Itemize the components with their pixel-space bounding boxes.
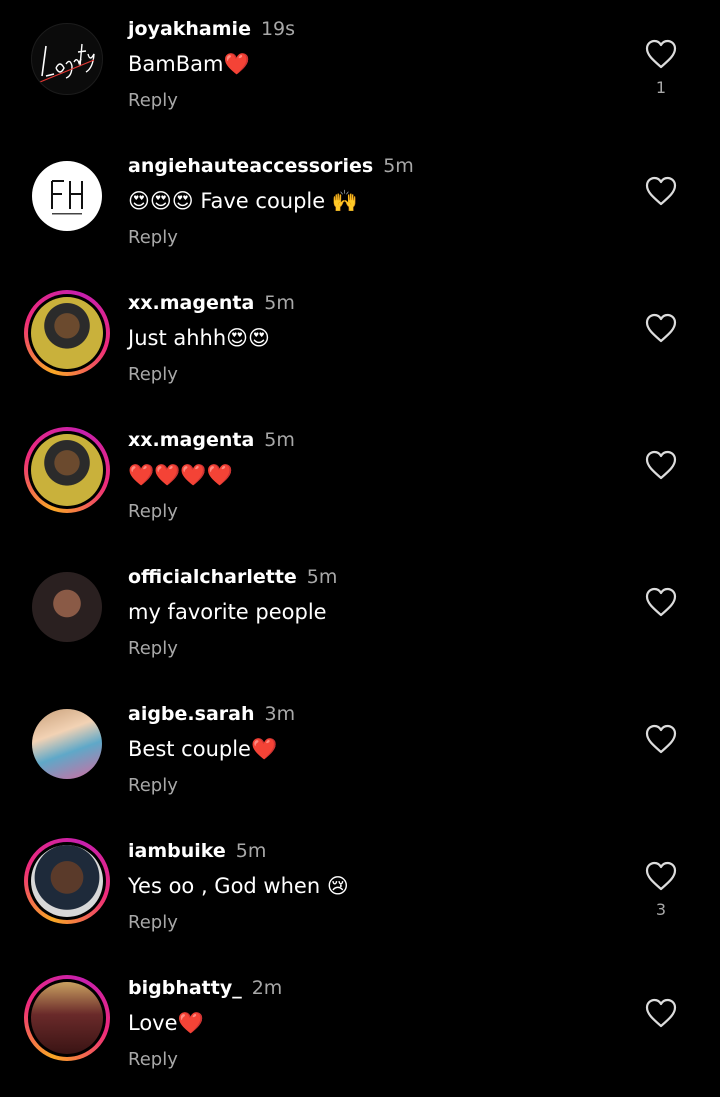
timestamp: 2m xyxy=(251,977,283,999)
avatar[interactable] xyxy=(24,290,110,376)
comment-text: BamBam❤️ xyxy=(128,52,250,76)
username[interactable]: iambuike xyxy=(128,840,226,862)
avatar[interactable] xyxy=(24,975,110,1061)
comment-header: officialcharlette 5m xyxy=(128,566,337,588)
comment-text: ❤️❤️❤️❤️ xyxy=(128,463,233,487)
username[interactable]: officialcharlette xyxy=(128,566,297,588)
avatar[interactable] xyxy=(24,153,110,239)
reply-button[interactable]: Reply xyxy=(128,90,178,111)
reply-button[interactable]: Reply xyxy=(128,1049,178,1070)
comment-header: xx.magenta 5m xyxy=(128,292,295,314)
ah-logo-avatar xyxy=(32,161,102,231)
heart-icon[interactable] xyxy=(644,449,678,481)
comment-item: aigbe.sarah 3m Best couple❤️ Reply xyxy=(0,685,720,822)
comment-text: Best couple❤️ xyxy=(128,737,278,761)
reply-button[interactable]: Reply xyxy=(128,227,178,248)
profile-photo xyxy=(31,434,103,506)
comment-item: bigbhatty_ 2m Love❤️ Reply xyxy=(0,959,720,1096)
like-count: 1 xyxy=(655,78,667,97)
loyalty-logo-icon xyxy=(39,43,95,83)
username[interactable]: aigbe.sarah xyxy=(128,703,255,725)
profile-photo xyxy=(31,845,103,917)
comment-header: bigbhatty_ 2m xyxy=(128,977,282,999)
timestamp: 5m xyxy=(383,155,414,177)
timestamp: 5m xyxy=(235,840,267,862)
timestamp: 3m xyxy=(264,703,296,725)
reply-button[interactable]: Reply xyxy=(128,775,178,796)
username[interactable]: joyakhamie xyxy=(128,18,251,40)
profile-photo xyxy=(32,709,102,779)
comment-item: iambuike 5m Yes oo , God when 😢 Reply 3 xyxy=(0,822,720,959)
reply-button[interactable]: Reply xyxy=(128,638,178,659)
comment-item: xx.magenta 5m Just ahhh😍😍 Reply xyxy=(0,274,720,411)
avatar[interactable] xyxy=(24,838,110,924)
comment-item: angiehauteaccessories 5m 😍😍😍 Fave couple … xyxy=(0,137,720,274)
heart-icon[interactable] xyxy=(644,723,678,755)
avatar[interactable] xyxy=(24,564,110,650)
comment-header: angiehauteaccessories 5m xyxy=(128,155,414,177)
timestamp: 5m xyxy=(264,429,295,451)
avatar[interactable] xyxy=(24,16,110,102)
comment-item: joyakhamie 19s BamBam❤️ Reply 1 xyxy=(0,0,720,137)
comment-item: officialcharlette 5m my favorite people R… xyxy=(0,548,720,685)
avatar[interactable] xyxy=(24,427,110,513)
comment-header: xx.magenta 5m xyxy=(128,429,295,451)
heart-icon[interactable] xyxy=(644,997,678,1029)
comment-text: Yes oo , God when 😢 xyxy=(128,874,349,898)
ah-logo-icon xyxy=(51,180,83,215)
timestamp: 5m xyxy=(306,566,338,588)
comment-text: 😍😍😍 Fave couple 🙌 xyxy=(128,189,359,213)
comment-header: iambuike 5m xyxy=(128,840,266,862)
username[interactable]: bigbhatty_ xyxy=(128,977,242,999)
comment-header: aigbe.sarah 3m xyxy=(128,703,295,725)
comment-item: xx.magenta 5m ❤️❤️❤️❤️ Reply xyxy=(0,411,720,548)
comment-text: Just ahhh😍😍 xyxy=(128,326,270,350)
heart-icon[interactable] xyxy=(644,586,678,618)
comment-text: my favorite people xyxy=(128,600,327,624)
comment-text: Love❤️ xyxy=(128,1011,204,1035)
username[interactable]: xx.magenta xyxy=(128,429,254,451)
profile-photo xyxy=(31,297,103,369)
timestamp: 5m xyxy=(264,292,295,314)
timestamp: 19s xyxy=(260,18,296,40)
reply-button[interactable]: Reply xyxy=(128,501,178,522)
profile-photo xyxy=(31,982,103,1054)
loyalty-logo-avatar xyxy=(31,23,103,95)
avatar[interactable] xyxy=(24,701,110,787)
heart-icon[interactable] xyxy=(644,860,678,892)
heart-icon[interactable] xyxy=(644,38,678,70)
reply-button[interactable]: Reply xyxy=(128,912,178,933)
username[interactable]: xx.magenta xyxy=(128,292,254,314)
reply-button[interactable]: Reply xyxy=(128,364,178,385)
heart-icon[interactable] xyxy=(644,312,678,344)
like-count: 3 xyxy=(655,900,667,919)
comment-header: joyakhamie 19s xyxy=(128,18,295,40)
username[interactable]: angiehauteaccessories xyxy=(128,155,373,177)
profile-photo xyxy=(32,572,102,642)
heart-icon[interactable] xyxy=(644,175,678,207)
